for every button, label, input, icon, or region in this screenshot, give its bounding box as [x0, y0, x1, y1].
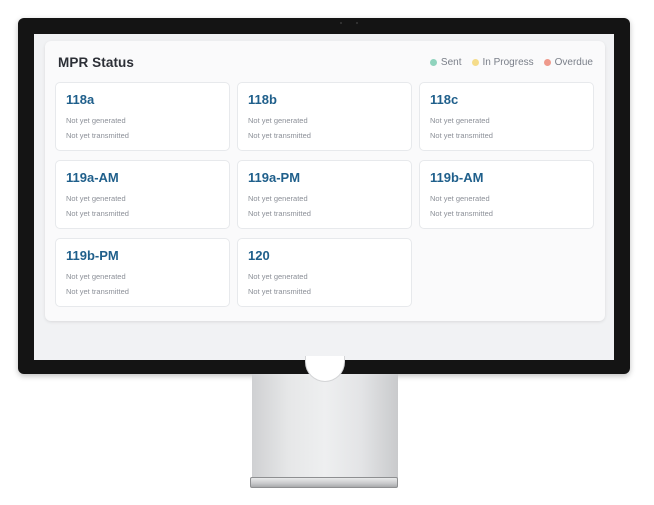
- transmitted-status: Not yet transmitted: [430, 131, 493, 140]
- mpr-card-118c[interactable]: 118c Not yet generated Not yet transmitt…: [419, 82, 594, 151]
- mpr-name: 118c: [430, 92, 459, 107]
- generated-status: Not yet generated: [430, 194, 490, 203]
- mpr-card-119a-am[interactable]: 119a-AM Not yet generated Not yet transm…: [55, 160, 230, 229]
- legend-label: Sent: [440, 56, 462, 68]
- mpr-name: 118b: [248, 92, 277, 107]
- mpr-name: 119b-PM: [66, 248, 119, 263]
- generated-status: Not yet generated: [66, 116, 126, 125]
- generated-status: Not yet generated: [248, 194, 308, 203]
- transmitted-status: Not yet transmitted: [66, 209, 129, 218]
- legend-label: Overdue: [554, 56, 593, 68]
- legend-item-sent: Sent: [429, 56, 462, 68]
- overdue-dot-icon: [543, 58, 551, 66]
- transmitted-status: Not yet transmitted: [248, 287, 311, 296]
- mpr-card-119b-am[interactable]: 119b-AM Not yet generated Not yet transm…: [419, 160, 594, 229]
- mpr-name: 119a-PM: [248, 170, 301, 185]
- mpr-name: 118a: [66, 92, 95, 107]
- mpr-name: 119b-AM: [430, 170, 484, 185]
- transmitted-status: Not yet transmitted: [66, 287, 129, 296]
- mpr-status-panel: MPR Status Sent In Progress Overdue 118a: [45, 41, 605, 321]
- panel-header: MPR Status Sent In Progress Overdue: [58, 54, 593, 70]
- generated-status: Not yet generated: [248, 272, 308, 281]
- generated-status: Not yet generated: [248, 116, 308, 125]
- mpr-card-118b[interactable]: 118b Not yet generated Not yet transmitt…: [237, 82, 412, 151]
- sent-dot-icon: [429, 58, 437, 66]
- mpr-card-119b-pm[interactable]: 119b-PM Not yet generated Not yet transm…: [55, 238, 230, 307]
- generated-status: Not yet generated: [66, 194, 126, 203]
- mpr-card-119a-pm[interactable]: 119a-PM Not yet generated Not yet transm…: [237, 160, 412, 229]
- transmitted-status: Not yet transmitted: [66, 131, 129, 140]
- legend-item-in-progress: In Progress: [471, 56, 534, 68]
- transmitted-status: Not yet transmitted: [248, 131, 311, 140]
- panel-title: MPR Status: [58, 54, 135, 70]
- mpr-card-120[interactable]: 120 Not yet generated Not yet transmitte…: [237, 238, 412, 307]
- generated-status: Not yet generated: [430, 116, 490, 125]
- generated-status: Not yet generated: [66, 272, 126, 281]
- mpr-name: 120: [248, 248, 270, 263]
- status-legend: Sent In Progress Overdue: [429, 56, 593, 68]
- camera-icon: [340, 22, 358, 24]
- legend-item-overdue: Overdue: [543, 56, 593, 68]
- transmitted-status: Not yet transmitted: [248, 209, 311, 218]
- mpr-card-118a[interactable]: 118a Not yet generated Not yet transmitt…: [55, 82, 230, 151]
- legend-label: In Progress: [482, 56, 534, 68]
- in-progress-dot-icon: [471, 58, 479, 66]
- transmitted-status: Not yet transmitted: [430, 209, 493, 218]
- mpr-name: 119a-AM: [66, 170, 119, 185]
- monitor-stand-base: [250, 477, 398, 488]
- screen: MPR Status Sent In Progress Overdue 118a: [34, 34, 614, 360]
- monitor-stand: [252, 374, 398, 478]
